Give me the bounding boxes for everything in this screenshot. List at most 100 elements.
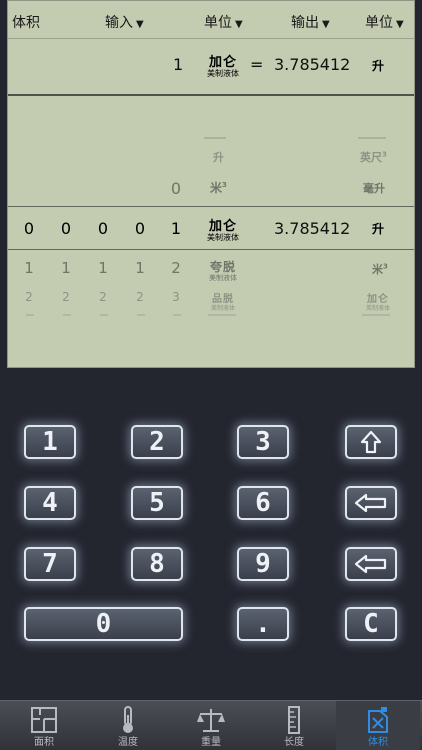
thermometer-icon [114,705,142,735]
wheel-digit: 3 [172,290,180,304]
wheel-unit-left-main: 米 [210,181,223,195]
shift-up-arrow-icon [360,430,382,454]
backspace-arrow-icon [354,554,388,574]
wheel-row-below2: 2 2 2 2 3 品脱 美制液体 加仑 英制液体 [8,288,414,312]
tab-length[interactable]: 长度 [252,701,336,750]
decimal-point-key[interactable]: . [237,607,289,641]
key-2[interactable]: 2 [131,425,183,459]
floor-plan-icon [30,705,58,735]
wheel-unit: 夸脱 美制液体 [203,258,243,282]
result-input-value: 1 [173,55,184,74]
wheel-row-top1: 升 英尺3 [8,147,414,167]
output-column-header[interactable]: 输出 ▼ [291,12,330,32]
mode-title: 体积 [12,15,40,31]
result-input-unit-main: 加仑 [208,55,237,70]
wheel-unit-sub: 美制液体 [209,274,237,282]
key-6[interactable]: 6 [237,486,289,520]
backspace-key[interactable] [345,547,397,581]
wheel-unit-right-sup: 3 [383,262,388,271]
unit-header-label: 单位 [204,15,232,31]
tab-volume[interactable]: 体积 [336,701,420,750]
wheel-digit: 2 [99,290,107,304]
column-header: 体积 输入 ▼ 单位 ▼ 输出 ▼ 单位 ▼ [8,1,414,39]
result-input-unit-sub: 美制液体 [207,69,239,78]
wheel-selected-unit-sub: 美制液体 [207,233,239,242]
wheel-digit: 0 [60,219,72,238]
left-arrow-key[interactable] [345,486,397,520]
wheel-digit: 1 [61,259,71,277]
key-5[interactable]: 5 [131,486,183,520]
clear-key[interactable]: C [345,607,397,641]
output-unit-column-header[interactable]: 单位 ▼ [365,12,404,32]
dropdown-arrow-icon: ▼ [396,19,404,30]
result-input-unit: 加仑 美制液体 [203,53,243,78]
wheel-unit-right-main: 米 [372,263,383,276]
wheel-selected-unit-main: 加仑 [208,219,237,234]
tab-bar: 面积 温度 重量 长度 体积 [0,700,422,750]
wheel-unit-main: 夸脱 [209,260,236,274]
wheel-digit: 1 [98,259,108,277]
jerrycan-icon [364,705,392,735]
wheel-row-top2: 0 米3 毫升 [8,177,414,199]
key-0[interactable]: 0 [24,607,183,641]
wheel-digit: 0 [97,219,109,238]
lcd-display: 体积 输入 ▼ 单位 ▼ 输出 ▼ 单位 ▼ 1 加仑 美制液体 = 3.785412 … [7,0,415,368]
key-4[interactable]: 4 [24,486,76,520]
wheel-unit-left-sup: 3 [222,181,227,189]
wheel-digit: 0 [170,179,182,198]
key-3[interactable]: 3 [237,425,289,459]
result-divider [8,94,414,96]
wheel-selected-value: 3.785412 [274,219,351,238]
wheel-unit-right-main: 加仑 [367,294,389,305]
key-7[interactable]: 7 [24,547,76,581]
wheel-unit-right-main: 英尺 [360,151,382,164]
wheel-digit: 0 [134,219,146,238]
wheel-digit: 1 [24,259,34,277]
wheel-digit: 2 [25,290,33,304]
selection-bottom-line [8,249,414,250]
tab-temperature[interactable]: 温度 [86,701,170,750]
equals-sign: = [250,55,264,74]
tab-label: 重量 [201,737,221,748]
left-arrow-icon [354,493,388,513]
wheel-row-selected: 0 0 0 0 1 加仑 美制液体 3.785412 升 [8,207,414,249]
wheel-unit: 品脱 美制液体 [203,289,243,312]
shift-key[interactable] [345,425,397,459]
wheel-digit: 2 [136,290,144,304]
wheel-row-below3 [8,312,414,318]
ruler-icon [280,705,308,735]
wheel-row-top0 [8,137,414,141]
tab-label: 长度 [284,737,304,748]
wheel-unit-left: 米3 [210,179,227,196]
wheel-digit: 1 [135,259,145,277]
output-header-label: 输出 [291,15,319,31]
key-9[interactable]: 9 [237,547,289,581]
key-8[interactable]: 8 [131,547,183,581]
output-unit-header-label: 单位 [365,15,393,31]
wheel-unit-right: 米3 [372,261,388,277]
tab-area[interactable]: 面积 [2,701,86,750]
dropdown-arrow-icon: ▼ [322,19,330,30]
input-column-header[interactable]: 输入 ▼ [105,12,144,32]
wheel-digit: 1 [170,219,182,238]
wheel-digit: 0 [23,219,35,238]
key-1[interactable]: 1 [24,425,76,459]
wheel-unit-right: 加仑 英制液体 [358,289,398,312]
tab-weight[interactable]: 重量 [169,701,253,750]
tab-label: 面积 [34,737,54,748]
wheel-row-below1: 1 1 1 1 2 夸脱 美制液体 米3 [8,257,414,282]
unit-column-header[interactable]: 单位 ▼ [204,12,243,32]
tab-label: 体积 [368,737,388,748]
result-output-unit: 升 [372,59,385,73]
wheel-unit-left: 升 [213,151,224,164]
balance-scale-icon [197,705,225,735]
wheel-unit-main: 品脱 [212,294,234,305]
wheel-digit: 2 [171,259,181,277]
wheel-unit-right: 毫升 [363,182,385,195]
wheel-unit-right-sup: 3 [382,150,387,159]
wheel-unit-right: 英尺3 [360,149,387,165]
wheel-digit: 2 [62,290,70,304]
dropdown-arrow-icon: ▼ [235,19,243,30]
conversion-result: 1 加仑 美制液体 = 3.785412 升 [8,39,414,93]
wheel-selected-unit: 加仑 美制液体 [203,217,243,242]
